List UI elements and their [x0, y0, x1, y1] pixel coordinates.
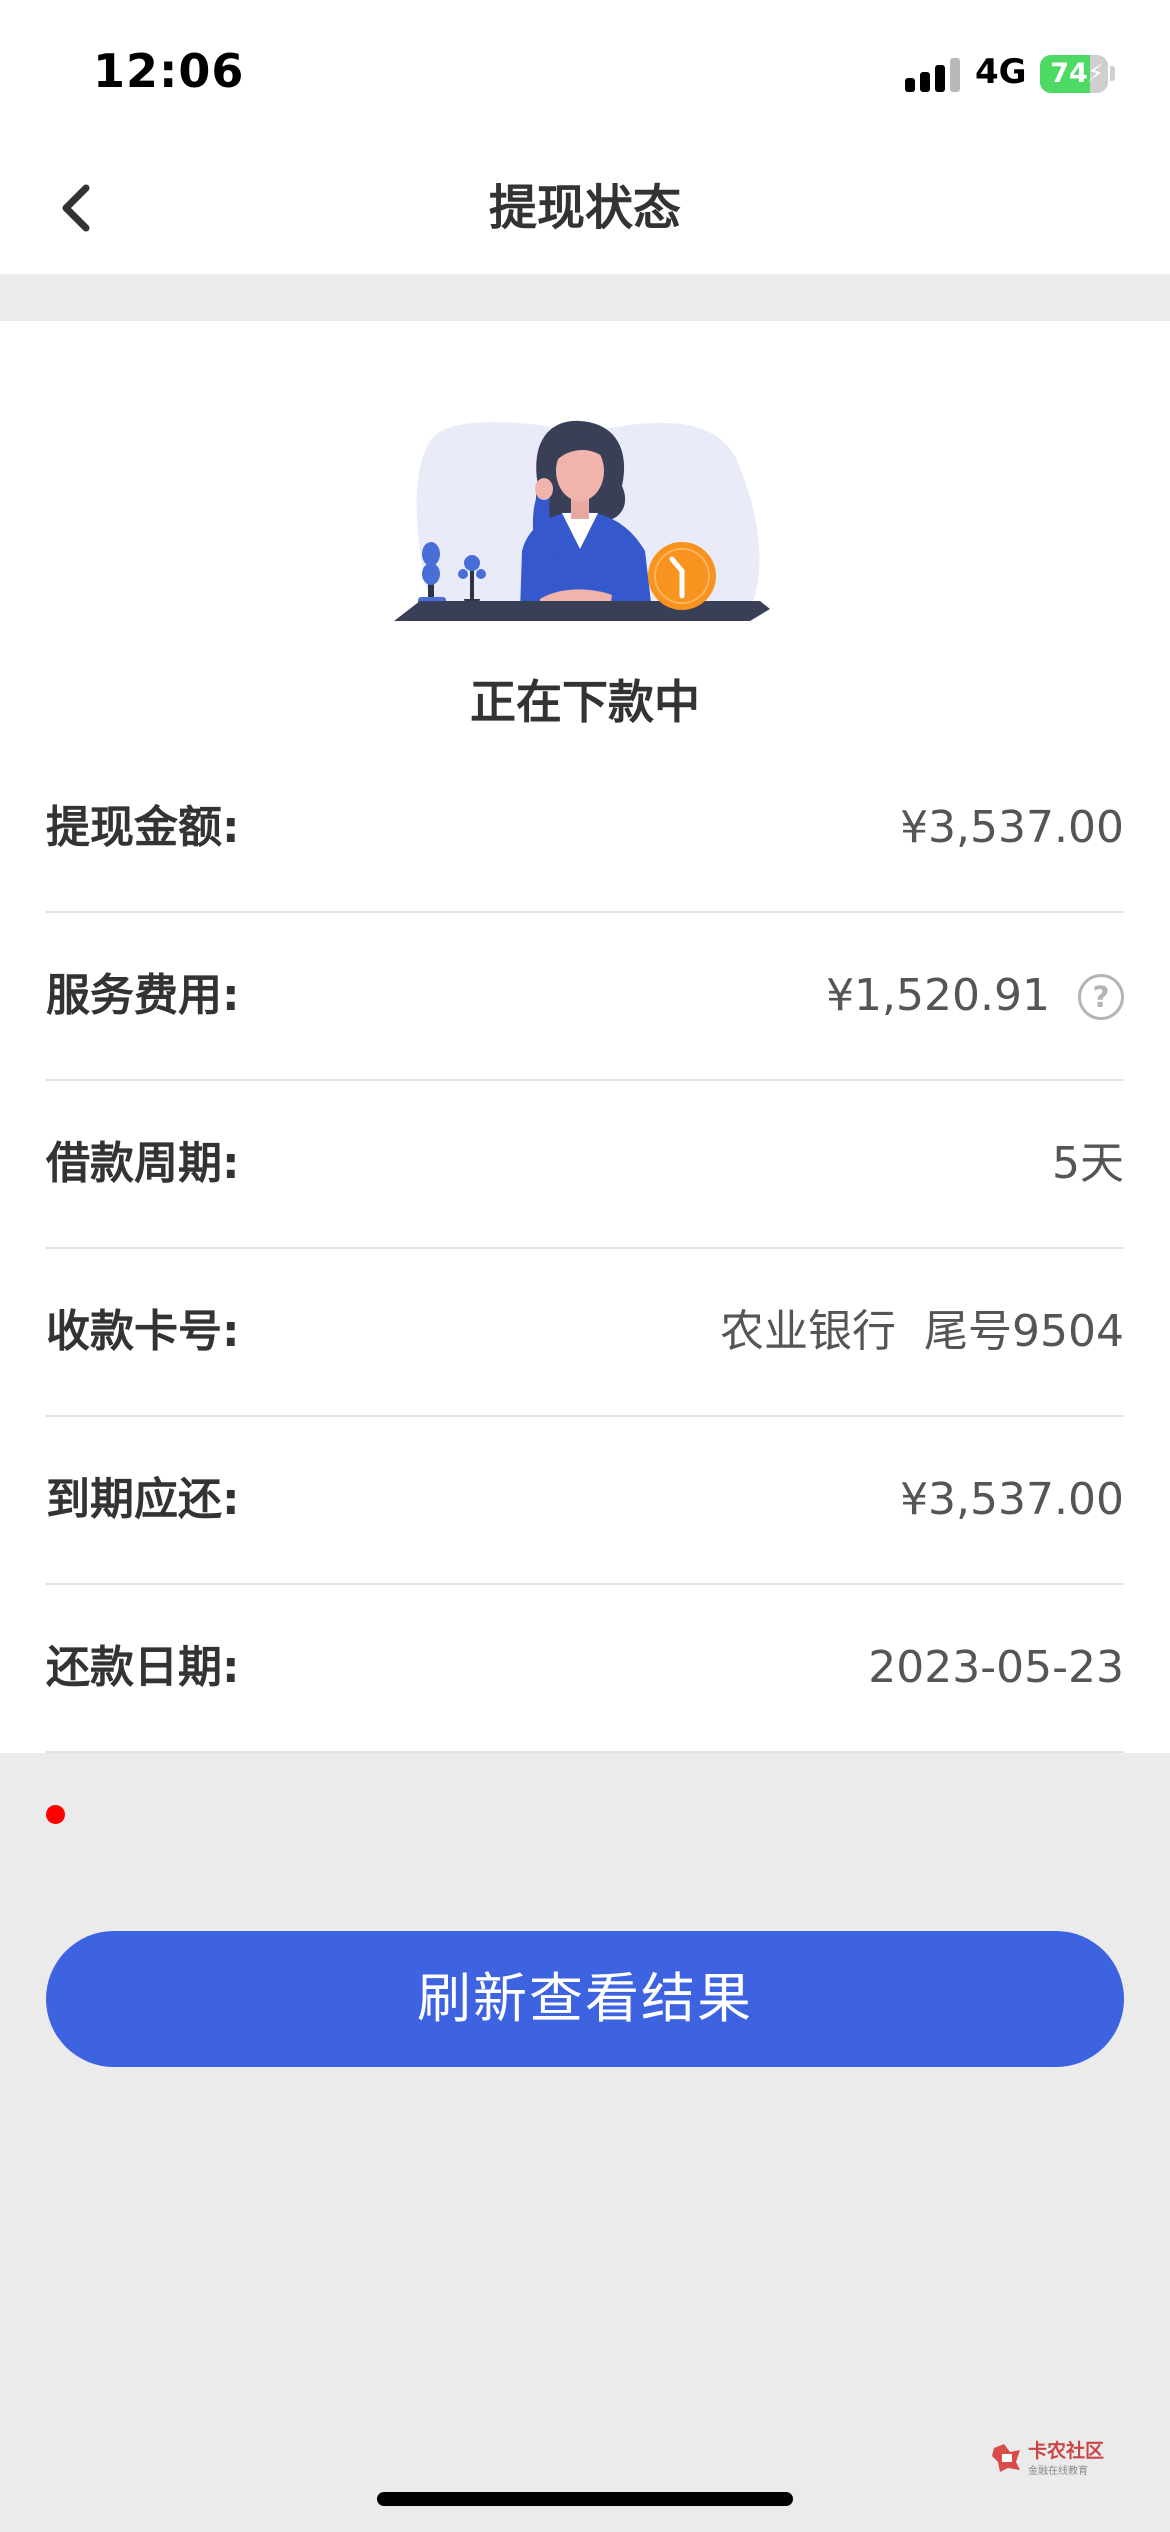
detail-list: 提现金额: ¥3,537.00 服务费用: ¥1,520.91 ? 借款周期: … [46, 745, 1124, 1753]
detail-value: 农业银行 尾号9504 [720, 1306, 1124, 1357]
status-bar: 12:06 4G 74 ⚡ [0, 0, 1170, 142]
refresh-result-button[interactable]: 刷新查看结果 [46, 1931, 1124, 2067]
question-circle-icon[interactable]: ? [1078, 974, 1124, 1020]
withdrawal-status-card: 正在下款中 提现金额: ¥3,537.00 服务费用: ¥1,520.91 ? … [0, 321, 1170, 1753]
watermark-subtitle: 金融在线教育 [1028, 2466, 1088, 2477]
status-time: 12:06 [93, 44, 245, 98]
network-type: 4G [975, 52, 1027, 92]
detail-label: 到期应还: [46, 1474, 240, 1525]
detail-label: 提现金额: [46, 802, 240, 853]
detail-label: 借款周期: [46, 1138, 240, 1189]
detail-value: ¥3,537.00 [900, 1474, 1124, 1525]
detail-value: 2023-05-23 [868, 1642, 1124, 1693]
kanong-logo-icon [992, 2444, 1020, 2472]
home-indicator[interactable] [377, 2492, 793, 2506]
detail-label: 收款卡号: [46, 1306, 240, 1357]
detail-row-service-fee: 服务费用: ¥1,520.91 ? [46, 913, 1124, 1081]
detail-label: 服务费用: [46, 970, 240, 1021]
page-title: 提现状态 [488, 180, 681, 236]
detail-label: 还款日期: [46, 1642, 240, 1693]
detail-row-withdrawal-amount: 提现金额: ¥3,537.00 [46, 745, 1124, 913]
detail-row-amount-due: 到期应还: ¥3,537.00 [46, 1417, 1124, 1585]
watermark-logo: 卡农社区 金融在线教育 [990, 2436, 1110, 2484]
charging-bolt-icon: ⚡ [1087, 59, 1104, 87]
battery-icon: 74 ⚡ [1040, 55, 1108, 93]
detail-value: 5天 [1052, 1138, 1124, 1189]
detail-value: ¥3,537.00 [900, 802, 1124, 853]
woman-waiting-clock-illustration [394, 420, 770, 621]
nav-bar: 提现状态 [0, 142, 1170, 274]
detail-value: ¥1,520.91 [826, 970, 1050, 1021]
detail-row-bank-card: 收款卡号: 农业银行 尾号9504 [46, 1249, 1124, 1417]
red-dot-indicator [46, 1805, 65, 1824]
battery-cap [1110, 66, 1115, 81]
watermark-title: 卡农社区 [1028, 2440, 1105, 2462]
status-heading: 正在下款中 [470, 675, 700, 729]
cellular-signal-icon [905, 58, 961, 92]
detail-row-loan-period: 借款周期: 5天 [46, 1081, 1124, 1249]
detail-row-repayment-date: 还款日期: 2023-05-23 [46, 1585, 1124, 1753]
